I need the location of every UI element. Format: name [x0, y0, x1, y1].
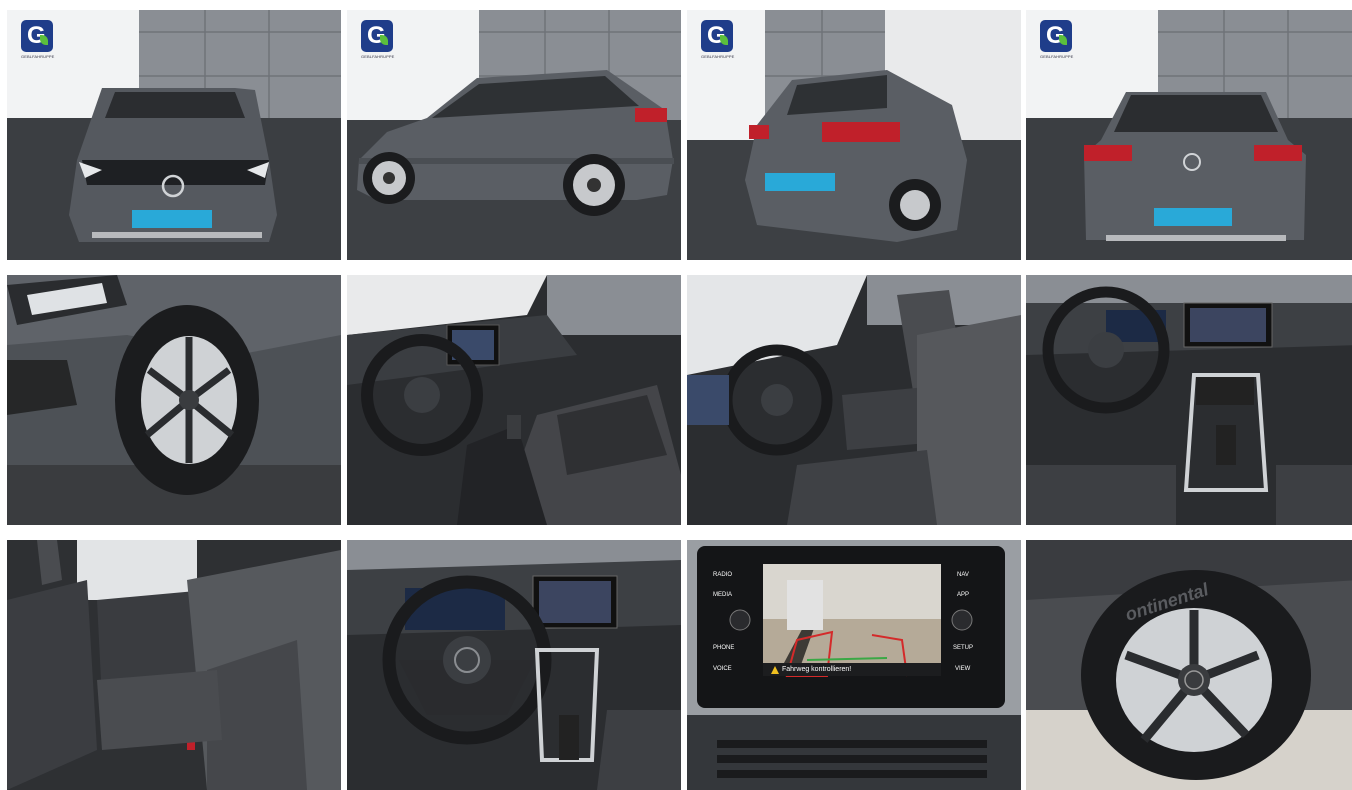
photo-infotainment-rear-camera[interactable]: Fahrweg kontrollieren! RADIO MEDIA PHONE… — [687, 540, 1021, 790]
photo-interior-driver[interactable] — [347, 275, 681, 525]
interior-driver-image — [347, 275, 681, 525]
dealer-logo-text: GEBLFAHRUPPE — [701, 54, 735, 59]
rear-seats-image — [7, 540, 341, 790]
dealer-logo-text: GEBLFAHRUPPE — [1040, 54, 1074, 59]
dealer-logo-text: GEBLFAHRUPPE — [361, 54, 395, 59]
wheel-tire-closeup-image — [1026, 540, 1352, 790]
media-button[interactable]: MEDIA — [713, 592, 732, 598]
steering-cockpit-image — [347, 540, 681, 790]
photo-rear-seats[interactable] — [7, 540, 341, 790]
dealer-logo: G GEBLFAHRUPPE — [361, 20, 401, 70]
photo-front-view[interactable]: G GEBLFAHRUPPE — [7, 10, 341, 260]
app-button[interactable]: APP — [957, 592, 969, 598]
dealer-logo-icon: G — [21, 20, 53, 52]
nav-button[interactable]: NAV — [957, 572, 969, 578]
setup-button[interactable]: SETUP — [953, 645, 973, 651]
voice-button[interactable]: VOICE — [713, 666, 732, 672]
photo-dashboard[interactable] — [1026, 275, 1352, 525]
vehicle-photo-gallery: G GEBLFAHRUPPE G GEBLFAHRUPPE G GEBLFAHR… — [0, 0, 1352, 790]
photo-rear-view[interactable]: G GEBLFAHRUPPE — [1026, 10, 1352, 260]
photo-interior-front-seats[interactable] — [687, 275, 1021, 525]
dealer-logo: G GEBLFAHRUPPE — [1040, 20, 1080, 70]
front-wheel-detail-image — [7, 275, 341, 525]
camera-warning-text: Fahrweg kontrollieren! — [782, 666, 852, 673]
dealer-logo-icon: G — [1040, 20, 1072, 52]
radio-button[interactable]: RADIO — [713, 572, 732, 578]
dashboard-image — [1026, 275, 1352, 525]
photo-wheel-front-detail[interactable] — [7, 275, 341, 525]
photo-rear-quarter-view[interactable]: G GEBLFAHRUPPE — [687, 10, 1021, 260]
photo-steering-wheel-cockpit[interactable] — [347, 540, 681, 790]
infotainment-image — [687, 540, 1021, 790]
dealer-logo-icon: G — [701, 20, 733, 52]
dealer-logo-text: GEBLFAHRUPPE — [21, 54, 55, 59]
photo-wheel-tire-closeup[interactable]: ontinental — [1026, 540, 1352, 790]
view-button[interactable]: VIEW — [955, 666, 970, 672]
photo-side-view[interactable]: G GEBLFAHRUPPE — [347, 10, 681, 260]
dealer-logo: G GEBLFAHRUPPE — [21, 20, 61, 70]
dealer-logo: G GEBLFAHRUPPE — [701, 20, 741, 70]
interior-front-seats-image — [687, 275, 1021, 525]
dealer-logo-icon: G — [361, 20, 393, 52]
phone-button[interactable]: PHONE — [713, 645, 734, 651]
